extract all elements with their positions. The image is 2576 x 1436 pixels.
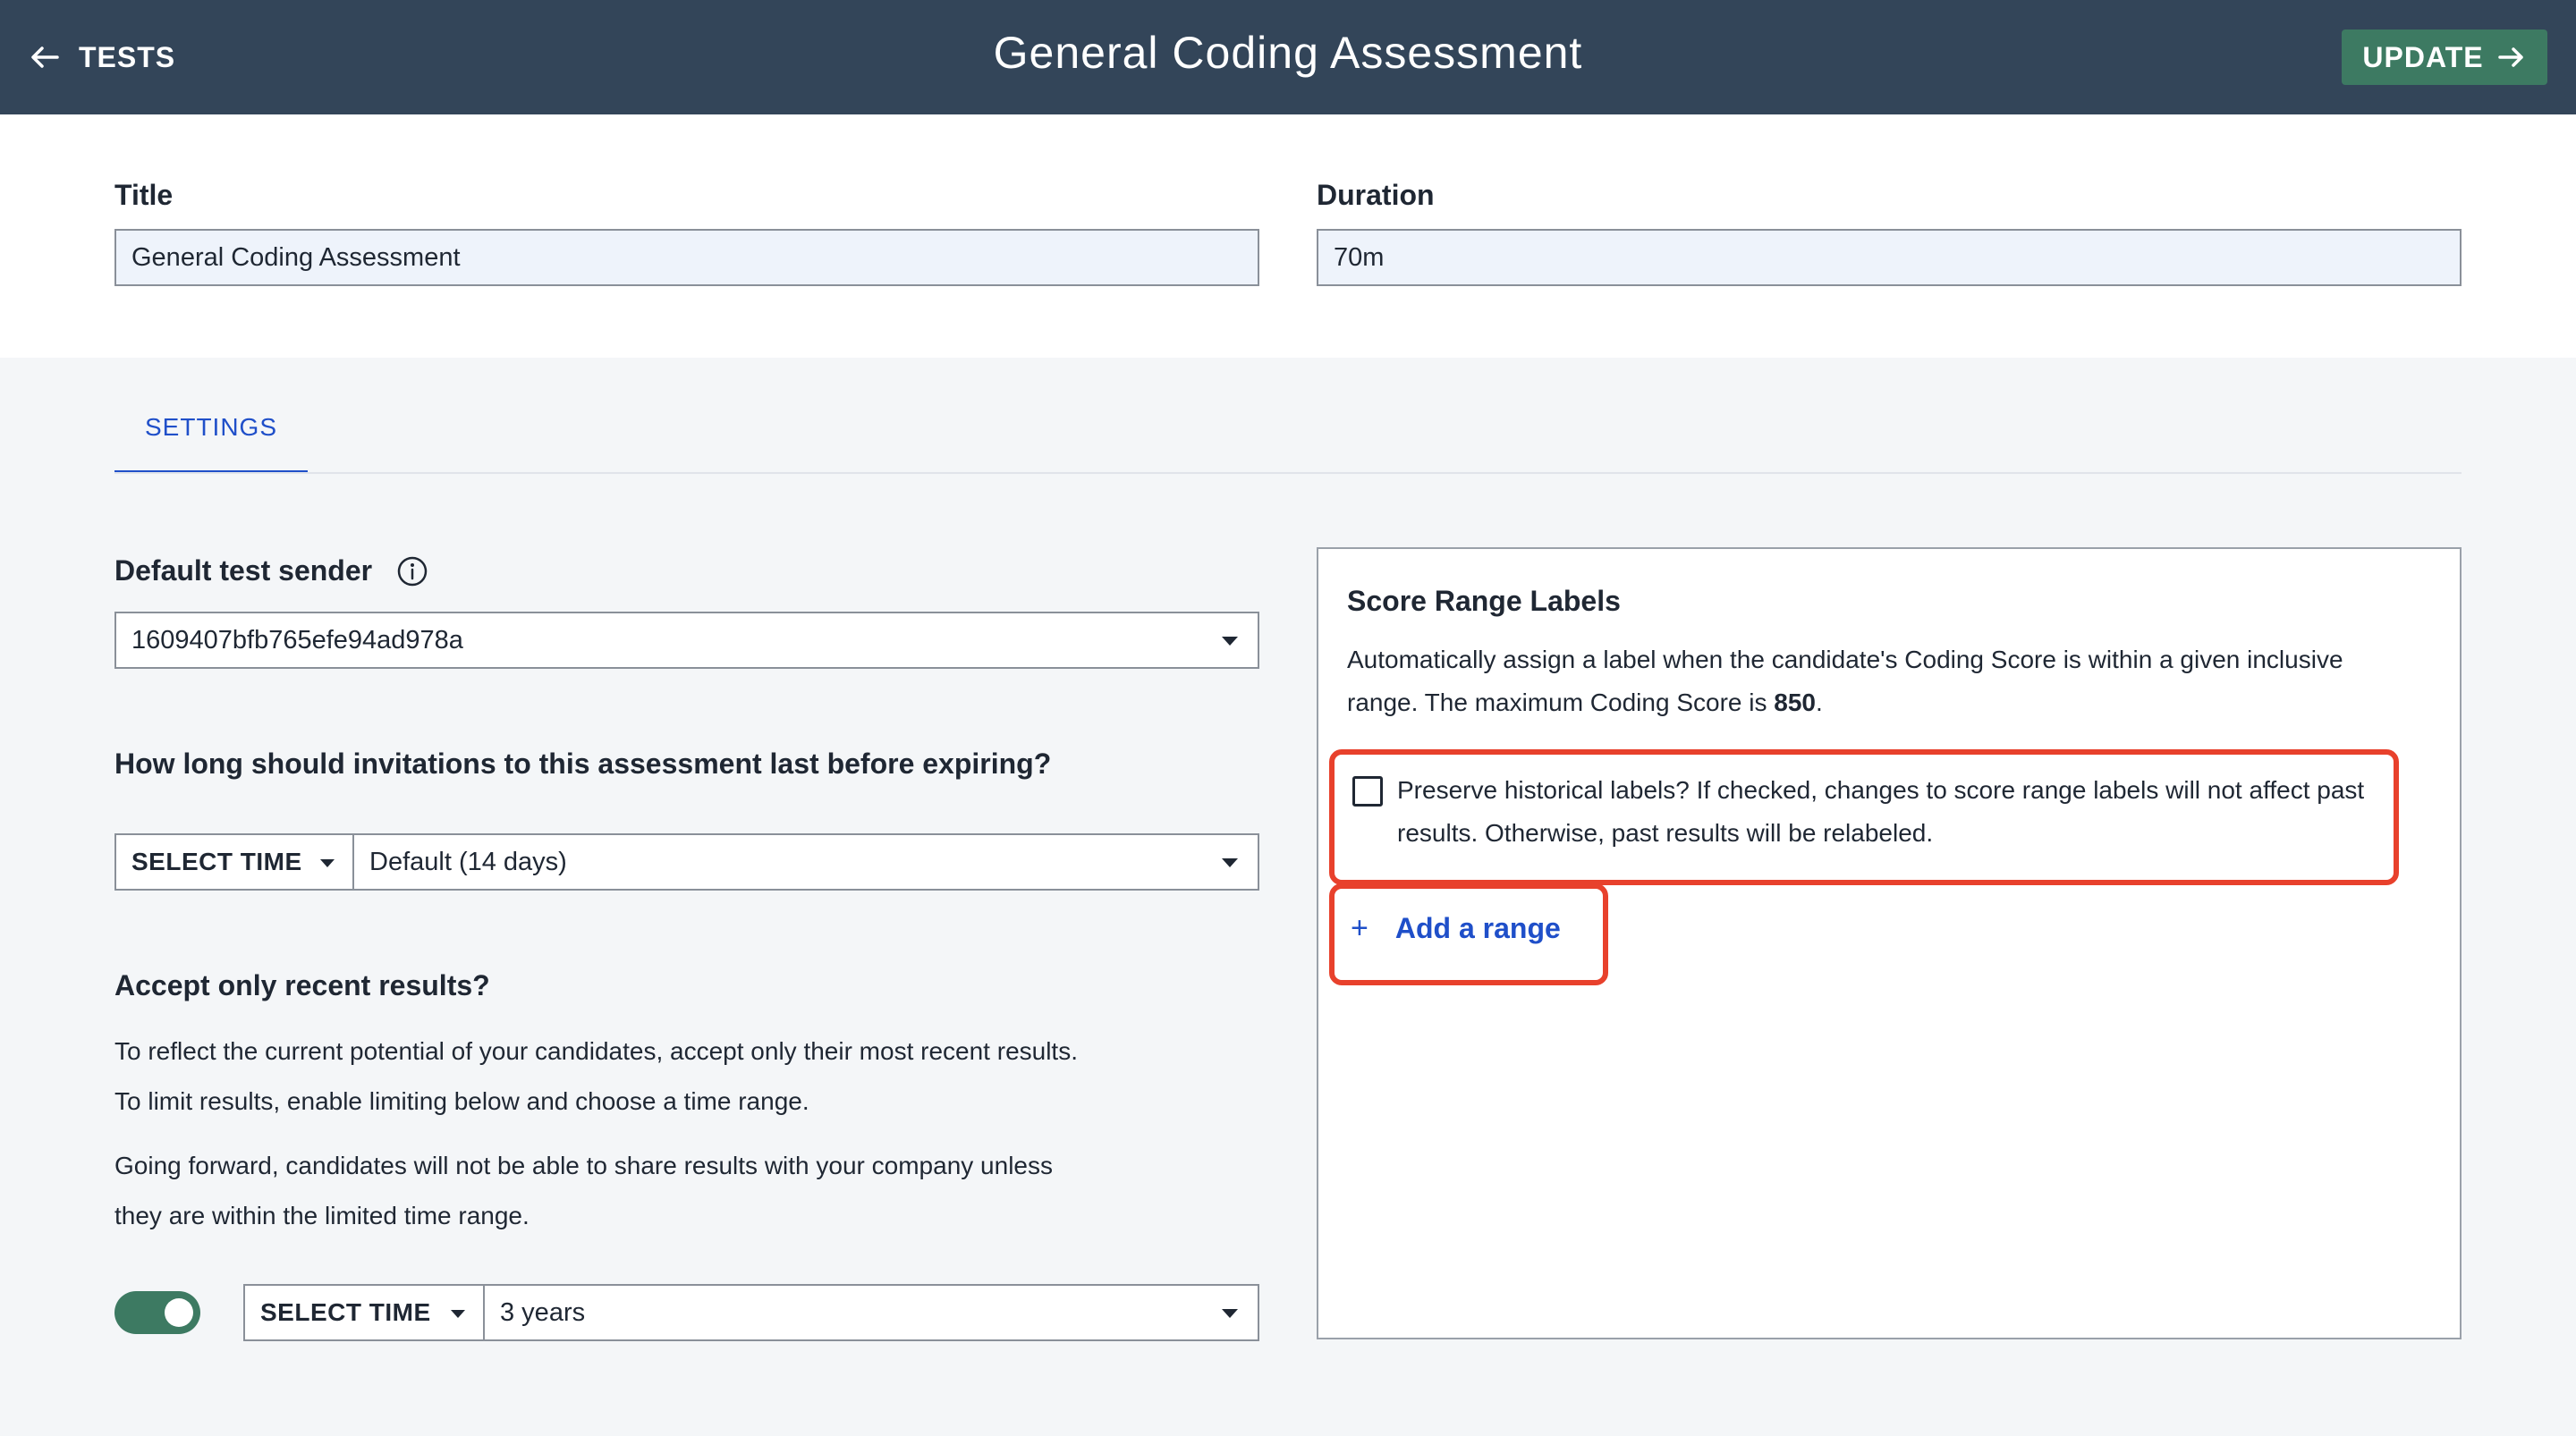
- recent-results-label: Accept only recent results?: [114, 969, 490, 1001]
- update-button-label: UPDATE: [2362, 40, 2484, 73]
- preserve-historical-labels-text: Preserve historical labels? If checked, …: [1397, 776, 2365, 847]
- arrow-right-icon: [2497, 47, 2523, 67]
- page-title: General Coding Assessment: [993, 28, 1583, 78]
- top-header: TESTS General Coding Assessment UPDATE: [0, 0, 2576, 114]
- toggle-knob: [165, 1298, 193, 1327]
- tab-settings[interactable]: SETTINGS: [114, 393, 308, 474]
- title-label: Title: [114, 179, 174, 211]
- recent-select-time-label: SELECT TIME: [260, 1298, 431, 1326]
- expiry-duration-value: Default (14 days): [369, 847, 567, 876]
- score-range-title: Score Range Labels: [1347, 585, 1621, 617]
- info-icon[interactable]: [397, 556, 428, 587]
- score-range-desc-end: .: [1815, 688, 1823, 716]
- caret-down-icon: [1222, 637, 1238, 646]
- caret-down-icon: [1222, 858, 1238, 867]
- duration-input[interactable]: [1317, 229, 2462, 286]
- recent-duration-value: 3 years: [500, 1297, 586, 1327]
- recent-results-desc-3: Going forward, candidates will not be ab…: [114, 1152, 1053, 1179]
- expiry-select-time-button[interactable]: SELECT TIME: [114, 833, 354, 891]
- max-coding-score: 850: [1774, 688, 1816, 716]
- score-range-desc-text: Automatically assign a label when the ca…: [1347, 646, 2343, 716]
- add-range-button[interactable]: + Add a range: [1351, 903, 1561, 953]
- expiry-select-time-label: SELECT TIME: [131, 848, 302, 875]
- recent-results-desc-2: To limit results, enable limiting below …: [114, 1087, 809, 1115]
- expiry-duration-select[interactable]: Default (14 days): [352, 833, 1259, 891]
- caret-down-icon: [1222, 1309, 1238, 1318]
- title-input[interactable]: [114, 229, 1259, 286]
- caret-down-icon: [320, 859, 335, 867]
- plus-icon: +: [1351, 910, 1368, 945]
- update-button[interactable]: UPDATE: [2342, 30, 2547, 85]
- tabs-divider: [114, 472, 2462, 474]
- caret-down-icon: [451, 1310, 465, 1318]
- limit-results-toggle[interactable]: [114, 1291, 200, 1334]
- add-range-label: Add a range: [1394, 911, 1561, 944]
- expiry-question: How long should invitations to this asse…: [114, 748, 1052, 780]
- default-sender-select[interactable]: 1609407bfb765efe94ad978a: [114, 612, 1259, 669]
- duration-label: Duration: [1317, 179, 1435, 211]
- recent-select-time-button[interactable]: SELECT TIME: [243, 1284, 485, 1341]
- recent-results-desc-4: they are within the limited time range.: [114, 1202, 530, 1229]
- default-sender-value: 1609407bfb765efe94ad978a: [131, 625, 463, 655]
- recent-duration-select[interactable]: 3 years: [483, 1284, 1259, 1341]
- recent-results-desc-1: To reflect the current potential of your…: [114, 1037, 1078, 1065]
- default-sender-label: Default test sender: [114, 554, 373, 587]
- preserve-historical-labels-checkbox[interactable]: [1352, 776, 1383, 807]
- score-range-description: Automatically assign a label when the ca…: [1347, 638, 2420, 724]
